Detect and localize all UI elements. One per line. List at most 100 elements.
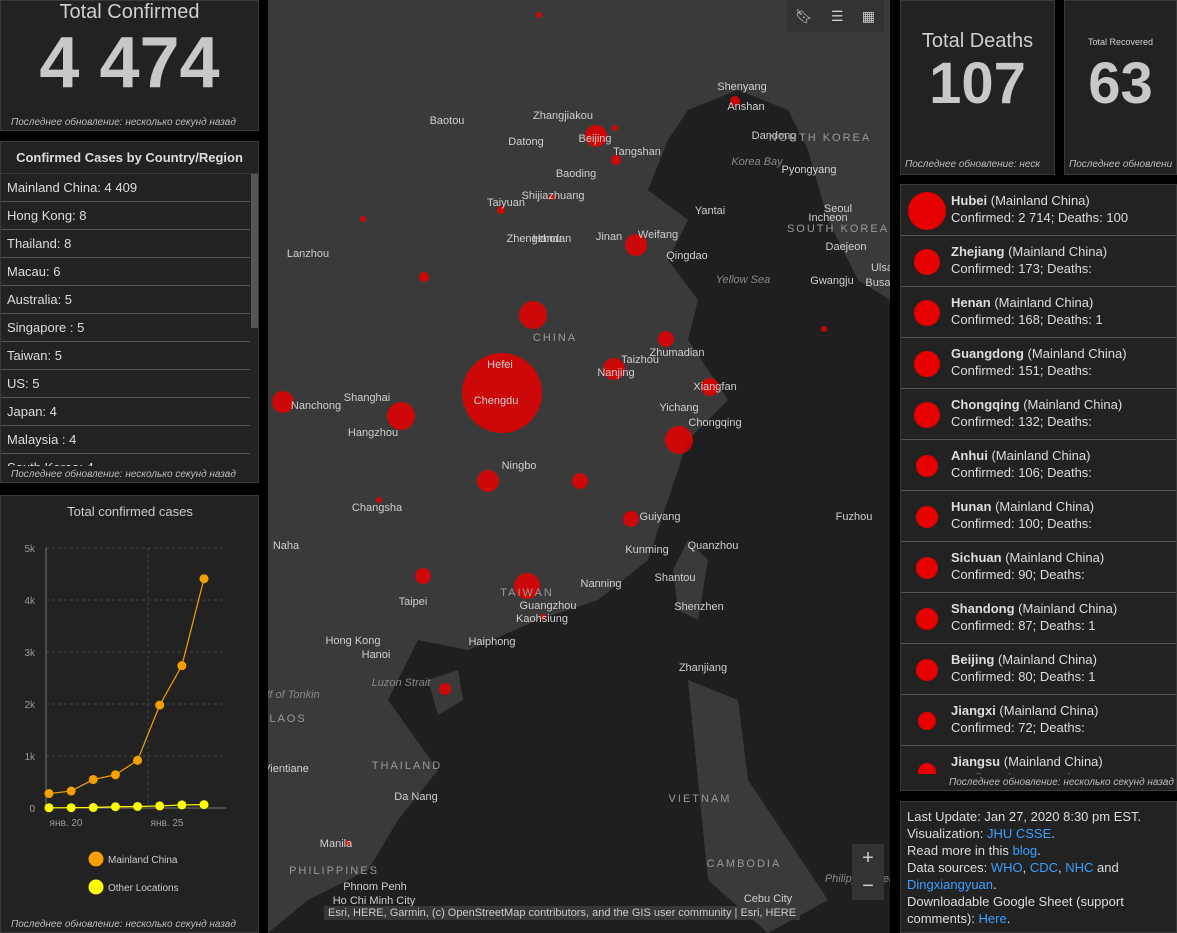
case-circle[interactable] bbox=[419, 272, 429, 282]
map-place-label: Lanzhou bbox=[286, 248, 330, 260]
total-recovered-title: Total Recovered bbox=[1087, 37, 1154, 47]
country-list-item[interactable]: Japan: 4 bbox=[1, 398, 250, 426]
case-circle[interactable] bbox=[415, 568, 431, 584]
province-list-item[interactable]: Anhui (Mainland China) Confirmed: 106; De… bbox=[901, 440, 1176, 491]
map-place-label: Tangshan bbox=[613, 146, 661, 158]
province-list-item[interactable]: Zhejiang (Mainland China) Confirmed: 173;… bbox=[901, 236, 1176, 287]
case-circle-icon bbox=[916, 455, 938, 477]
blog-link[interactable]: blog bbox=[1013, 843, 1038, 858]
province-list-item[interactable]: Hubei (Mainland China) Confirmed: 2 714; … bbox=[901, 185, 1176, 236]
map-place-label: CAMBODIA bbox=[706, 858, 782, 870]
zoom-in-button[interactable]: + bbox=[852, 844, 884, 872]
map-place-label: Hong Kong bbox=[325, 635, 381, 647]
map-place-label: VIETNAM bbox=[668, 793, 732, 805]
country-list-item[interactable]: South Korea: 4 bbox=[1, 454, 250, 466]
province-list-item[interactable]: Hunan (Mainland China) Confirmed: 100; De… bbox=[901, 491, 1176, 542]
map-place-label: Chengdu bbox=[473, 395, 519, 407]
case-circle[interactable] bbox=[665, 426, 693, 454]
country-list[interactable]: Mainland China: 4 409 Hong Kong: 8 Thailan… bbox=[1, 174, 250, 466]
case-circle[interactable] bbox=[572, 473, 588, 489]
cdc-link[interactable]: CDC bbox=[1030, 860, 1058, 875]
province-list-item[interactable]: Henan (Mainland China) Confirmed: 168; De… bbox=[901, 287, 1176, 338]
province-stats: Confirmed: 80; Deaths: 1 bbox=[951, 669, 1096, 684]
data-point bbox=[199, 800, 209, 810]
total-recovered-panel: Total Recovered 63 Последнее обновлени bbox=[1064, 0, 1177, 175]
sheet-link[interactable]: Here bbox=[979, 911, 1007, 926]
province-list-item[interactable]: Beijing (Mainland China) Confirmed: 80; D… bbox=[901, 644, 1176, 695]
province-list[interactable]: Hubei (Mainland China) Confirmed: 2 714; … bbox=[901, 185, 1176, 774]
case-circle[interactable] bbox=[821, 326, 827, 332]
case-circle[interactable] bbox=[536, 12, 542, 18]
zoom-out-button[interactable]: − bbox=[852, 872, 884, 900]
province-name: Guangdong bbox=[951, 346, 1024, 361]
map-place-label: TAIWAN bbox=[500, 587, 554, 599]
case-circle[interactable] bbox=[519, 301, 547, 329]
case-circle[interactable] bbox=[439, 683, 451, 695]
country-list-item[interactable]: Malaysia : 4 bbox=[1, 426, 250, 454]
province-name: Sichuan bbox=[951, 550, 1002, 565]
case-circle[interactable] bbox=[623, 511, 639, 527]
data-point bbox=[110, 770, 120, 780]
country-list-item[interactable]: Hong Kong: 8 bbox=[1, 202, 250, 230]
case-circle-icon bbox=[914, 249, 940, 275]
province-list-item[interactable]: Jiangxi (Mainland China) Confirmed: 72; D… bbox=[901, 695, 1176, 746]
map-place-label: Gulf of Tonkin bbox=[268, 689, 320, 701]
map-place-label: Yantai bbox=[694, 205, 726, 217]
last-update-footer: Последнее обновлени bbox=[1069, 159, 1173, 170]
jhu-csse-link[interactable]: JHU CSSE bbox=[987, 826, 1051, 841]
case-circle-icon bbox=[914, 402, 940, 428]
map-place-label: Gwangju bbox=[810, 275, 854, 287]
province-stats: Confirmed: 100; Deaths: bbox=[951, 516, 1092, 531]
y-tick-label: 5k bbox=[24, 544, 36, 555]
province-region: (Mainland China) bbox=[1000, 754, 1103, 769]
basemap-gallery-icon[interactable]: ▦ bbox=[862, 8, 875, 25]
province-name: Zhejiang bbox=[951, 244, 1005, 259]
map-place-label: Weifang bbox=[637, 229, 679, 241]
country-list-item[interactable]: US: 5 bbox=[1, 370, 250, 398]
map-place-label: Nanjing bbox=[597, 367, 635, 379]
country-list-item[interactable]: Mainland China: 4 409 bbox=[1, 174, 250, 202]
map-place-label: Shenzhen bbox=[674, 601, 724, 613]
country-list-item[interactable]: Australia: 5 bbox=[1, 286, 250, 314]
case-circle[interactable] bbox=[612, 125, 618, 131]
country-list-item[interactable]: Singapore : 5 bbox=[1, 314, 250, 342]
case-circle[interactable] bbox=[360, 216, 366, 222]
province-region: (Mainland China) bbox=[987, 193, 1090, 208]
map-place-label: Fuzhou bbox=[835, 511, 873, 523]
total-recovered-value: 63 bbox=[1088, 51, 1153, 116]
sources-label: Data sources: bbox=[907, 860, 991, 875]
map[interactable]: Shenyang Anshan Baotou Zhangjiakou Beijing Da… bbox=[268, 0, 890, 933]
map-place-label: Ningbo bbox=[501, 460, 537, 472]
case-circle[interactable] bbox=[658, 331, 674, 347]
who-link[interactable]: WHO bbox=[991, 860, 1023, 875]
scrollbar[interactable] bbox=[251, 174, 258, 328]
last-update-footer: Последнее обновление: неск bbox=[905, 159, 1041, 170]
data-point bbox=[133, 801, 143, 811]
country-list-item[interactable]: Thailand: 8 bbox=[1, 230, 250, 258]
province-name: Jiangsu bbox=[951, 754, 1001, 769]
case-circle[interactable] bbox=[477, 470, 499, 492]
map-place-label: Korea Bay bbox=[731, 156, 783, 168]
province-list-item[interactable]: Sichuan (Mainland China) Confirmed: 90; D… bbox=[901, 542, 1176, 593]
bookmark-icon[interactable]: 🔖︎ bbox=[795, 8, 813, 25]
total-deaths-title: Total Deaths bbox=[921, 30, 1034, 52]
nhc-link[interactable]: NHC bbox=[1065, 860, 1093, 875]
map-place-label: PHILIPPINES bbox=[289, 865, 379, 877]
total-deaths-panel: Total Deaths 107 Последнее обновление: н… bbox=[900, 0, 1055, 175]
case-circle-icon bbox=[916, 557, 938, 579]
province-list-item[interactable]: Guangdong (Mainland China) Confirmed: 151… bbox=[901, 338, 1176, 389]
province-list-item[interactable]: Jiangsu (Mainland China) Confirmed: 70; D… bbox=[901, 746, 1176, 774]
map-place-label: Hefei bbox=[487, 359, 513, 371]
map-place-label: THAILAND bbox=[371, 760, 443, 772]
case-circle[interactable] bbox=[387, 402, 415, 430]
country-list-item[interactable]: Macau: 6 bbox=[1, 258, 250, 286]
province-list-item[interactable]: Shandong (Mainland China) Confirmed: 87; … bbox=[901, 593, 1176, 644]
last-update-footer: Последнее обновление: несколько секунд н… bbox=[11, 919, 236, 930]
country-list-item[interactable]: Taiwan: 5 bbox=[1, 342, 250, 370]
dingxiangyuan-link[interactable]: Dingxiangyuan bbox=[907, 877, 993, 892]
map-place-label: Luzon Strait bbox=[371, 677, 431, 689]
legend-list-icon[interactable]: ☰ bbox=[831, 8, 844, 25]
map-place-label: Zhanjiang bbox=[678, 662, 728, 674]
province-stats: Confirmed: 90; Deaths: bbox=[951, 567, 1085, 582]
province-list-item[interactable]: Chongqing (Mainland China) Confirmed: 132… bbox=[901, 389, 1176, 440]
